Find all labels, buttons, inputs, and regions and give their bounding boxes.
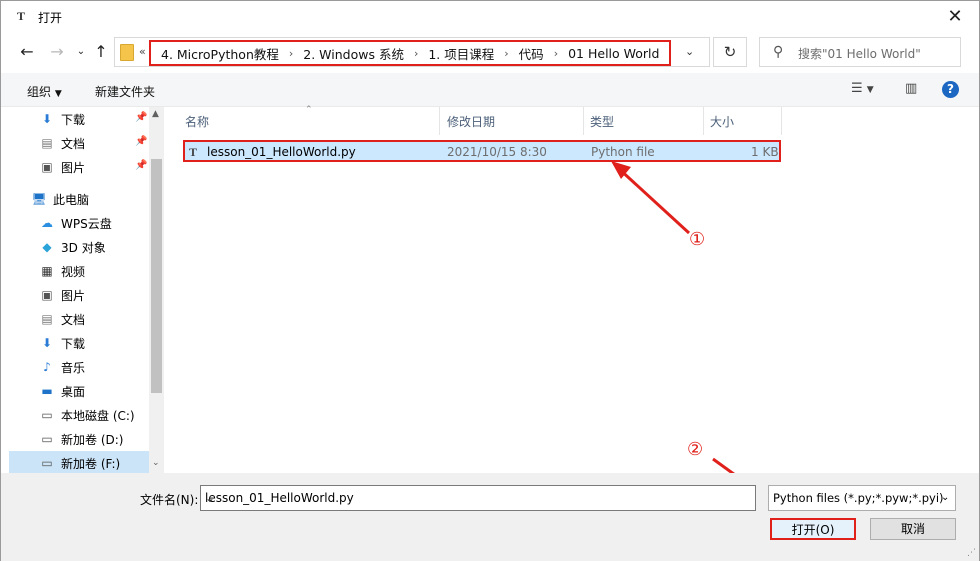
open-file-dialog: Ƭ 打开 ✕ ← → ⌄ ↑ « 4. MicroPython教程 › 2. W… <box>0 0 980 561</box>
dialog-footer: 文件名(N): lesson_01_HelloWorld.py ⌄ Python… <box>1 473 979 561</box>
filename-value: lesson_01_HelloWorld.py <box>205 491 354 505</box>
filename-input[interactable]: lesson_01_HelloWorld.py ⌄ <box>200 485 756 511</box>
file-type-value: Python files (*.py;*.pyw;*.pyi) <box>773 491 944 505</box>
file-type-select[interactable]: Python files (*.py;*.pyw;*.pyi) ⌄ <box>768 485 956 511</box>
filename-dropdown-icon[interactable]: ⌄ <box>205 491 215 505</box>
chevron-down-icon: ⌄ <box>941 492 950 503</box>
annotation-one: ① <box>689 229 706 250</box>
filename-label: 文件名(N): <box>140 493 199 507</box>
resize-grip-icon[interactable]: ⋰ <box>967 548 976 558</box>
annotation-two: ② <box>687 439 704 460</box>
open-button[interactable]: 打开(O) <box>770 518 856 540</box>
cancel-button[interactable]: 取消 <box>870 518 956 540</box>
arrow-one-line <box>615 165 691 235</box>
